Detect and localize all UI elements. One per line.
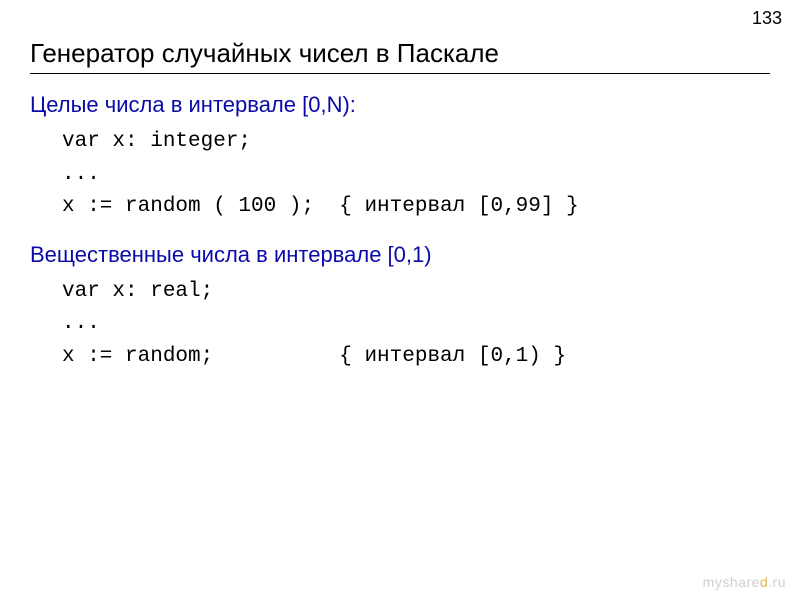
slide: 133 Генератор случайных чисел в Паскале …	[0, 0, 800, 600]
code-line: ...	[62, 163, 100, 186]
section-heading-integers: Целые числа в интервале [0,N):	[30, 92, 770, 118]
code-line: x := random ( 100 ); { интервал [0,99] }	[62, 195, 579, 218]
watermark: myshared.ru	[703, 574, 786, 590]
code-block-integers: var x: integer; ... x := random ( 100 );…	[62, 126, 770, 224]
watermark-text: myshare	[703, 574, 760, 590]
code-line: var x: real;	[62, 280, 213, 303]
watermark-suffix: .ru	[768, 574, 786, 590]
code-line: ...	[62, 312, 100, 335]
watermark-accent: d	[760, 574, 768, 590]
title-rule	[30, 73, 770, 74]
code-block-reals: var x: real; ... x := random; { интервал…	[62, 276, 770, 374]
slide-title: Генератор случайных чисел в Паскале	[30, 38, 770, 69]
code-line: x := random; { интервал [0,1) }	[62, 345, 566, 368]
page-number: 133	[752, 8, 782, 29]
section-heading-reals: Вещественные числа в интервале [0,1)	[30, 242, 770, 268]
code-line: var x: integer;	[62, 130, 251, 153]
